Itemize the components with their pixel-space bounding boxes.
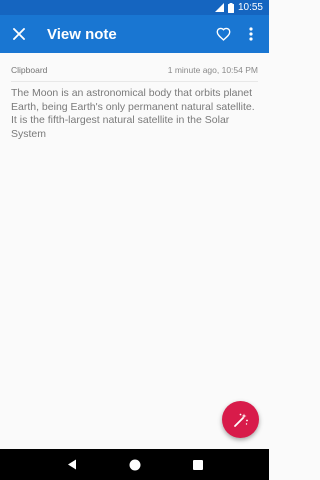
- recents-square-icon: [192, 459, 203, 470]
- note-category: Clipboard: [11, 65, 48, 75]
- favorite-button[interactable]: [209, 15, 237, 53]
- note-timestamp: 1 minute ago, 10:54 PM: [167, 65, 258, 75]
- status-time: 10:55: [237, 2, 263, 13]
- home-circle-icon: [129, 459, 140, 470]
- more-vertical-icon: [249, 27, 253, 41]
- overflow-menu-button[interactable]: [237, 15, 265, 53]
- back-triangle-icon: [67, 459, 76, 470]
- battery-icon: [227, 2, 234, 13]
- note-view: Clipboard 1 minute ago, 10:54 PM The Moo…: [0, 53, 269, 141]
- heart-outline-icon: [216, 27, 230, 41]
- note-body[interactable]: The Moon is an astronomical body that or…: [11, 87, 258, 141]
- cellular-signal-icon: [214, 3, 224, 12]
- status-bar: 10:55: [0, 0, 269, 15]
- page-title: View note: [47, 25, 117, 43]
- close-button[interactable]: [3, 15, 35, 53]
- close-icon: [13, 28, 25, 40]
- recents-button[interactable]: [186, 453, 210, 477]
- magic-fab-button[interactable]: [222, 401, 259, 438]
- note-meta: Clipboard 1 minute ago, 10:54 PM: [11, 65, 258, 82]
- navigation-bar: [0, 449, 269, 480]
- home-button[interactable]: [123, 453, 147, 477]
- back-button[interactable]: [60, 453, 84, 477]
- app-bar: View note: [0, 15, 269, 53]
- magic-wand-icon: [233, 413, 248, 427]
